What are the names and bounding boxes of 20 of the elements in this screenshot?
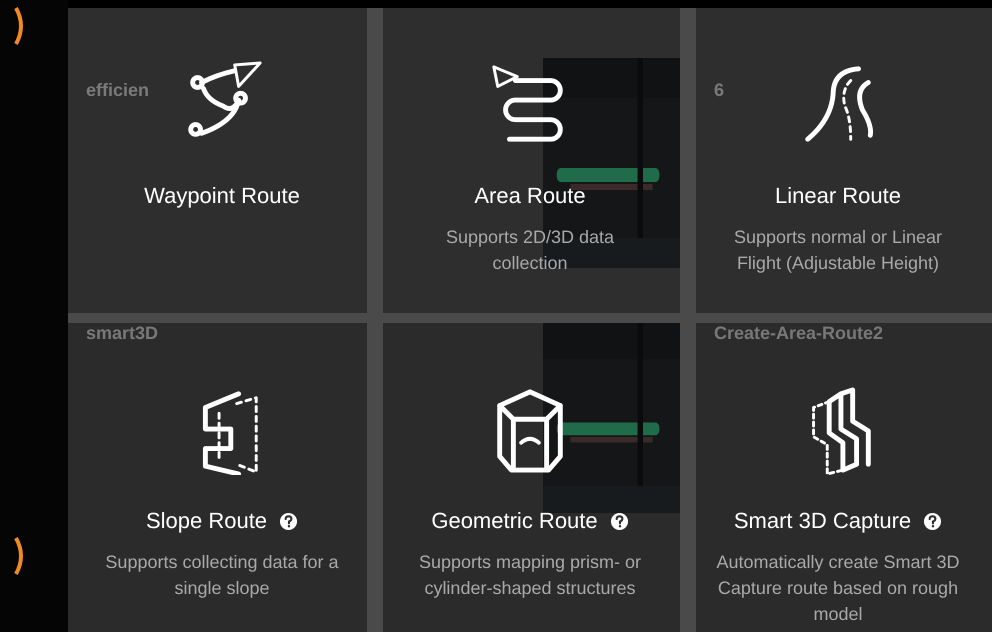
route-type-title[interactable]: Waypoint Route [144,182,300,210]
route-name: Create-Area-Route2 [714,323,884,343]
route-name: efficien [86,80,150,100]
route-name: smart3D [86,323,158,343]
route-type-description: Automatically create Smart 3D Capture route based on rough model [716,551,960,626]
route-type-title[interactable]: Geometric Route [431,507,598,535]
route-type-description: Supports 2D/3D data collection [446,226,614,275]
help-icon[interactable] [279,512,298,530]
route-name: 6 [714,80,724,100]
route-type-title[interactable]: Linear Route [775,182,901,210]
route-type-description: Supports normal or Linear Flight (Adjustable Height) [734,226,942,275]
route-card[interactable] [383,323,680,632]
route-type-title[interactable]: Slope Route [146,507,268,535]
help-icon[interactable] [610,512,629,530]
route-type-title[interactable]: Area Route [474,182,586,210]
help-icon[interactable] [923,512,942,530]
route-type-title[interactable]: Smart 3D Capture [734,507,912,535]
route-type-description: Supports collecting data for a single slope [105,551,339,600]
route-type-description: Supports mapping prism- or cylinder-shaped structures [418,551,642,600]
route-card[interactable] [383,8,680,313]
